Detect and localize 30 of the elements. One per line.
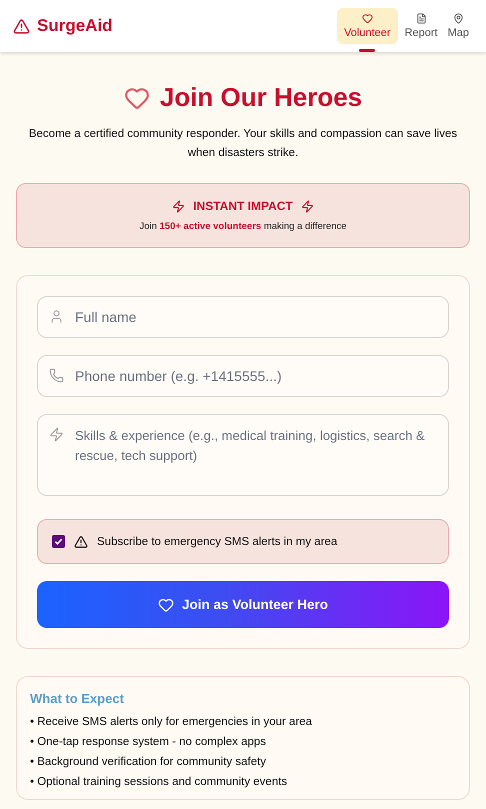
list-item: • Optional training sessions and community events (30, 775, 288, 789)
lightning-icon (172, 200, 186, 212)
banner-title: INSTANT IMPACT (193, 199, 293, 213)
lightning-icon (49, 427, 64, 442)
card-title: What to Expect (30, 691, 125, 706)
checkbox[interactable] (52, 535, 65, 548)
skills-field[interactable]: Skills & experience (e.g., medical training, logistics, search & rescue, tech support) (37, 414, 449, 496)
lightning-icon (300, 200, 314, 212)
brand-name: SurgeAid (37, 16, 113, 36)
list-item: • One-tap response system - no complex apps (30, 735, 268, 749)
nav-tab[interactable]: Map (444, 8, 472, 44)
heart-icon (158, 596, 174, 612)
heart-icon (360, 13, 374, 24)
warning-icon (13, 18, 30, 34)
page-title: Join Our Heroes (160, 82, 362, 113)
list-item: • Receive SMS alerts only for emergencies in your area (30, 715, 314, 729)
input-field[interactable]: Phone number (e.g. +1415555...) (37, 355, 449, 397)
document-icon (414, 13, 428, 24)
map-pin-icon (452, 13, 465, 24)
nav-tab[interactable]: Report (402, 8, 441, 44)
input-field[interactable]: Full name (37, 296, 449, 338)
active-indicator (359, 49, 376, 52)
warning-icon (74, 534, 88, 548)
banner-text: Join 150+ active volunteers making a difference (139, 221, 347, 232)
checkbox-label[interactable]: Subscribe to emergency SMS alerts in my area (97, 536, 338, 548)
submit-button[interactable]: Join as Volunteer Hero (37, 581, 449, 628)
person-icon (49, 309, 64, 324)
list-item: • Background verification for community safety (30, 755, 268, 769)
phone-icon (49, 368, 64, 383)
page-subtitle: Become a certified community responder. Your skills and compassion can save lives when disasters strike. (28, 127, 458, 161)
